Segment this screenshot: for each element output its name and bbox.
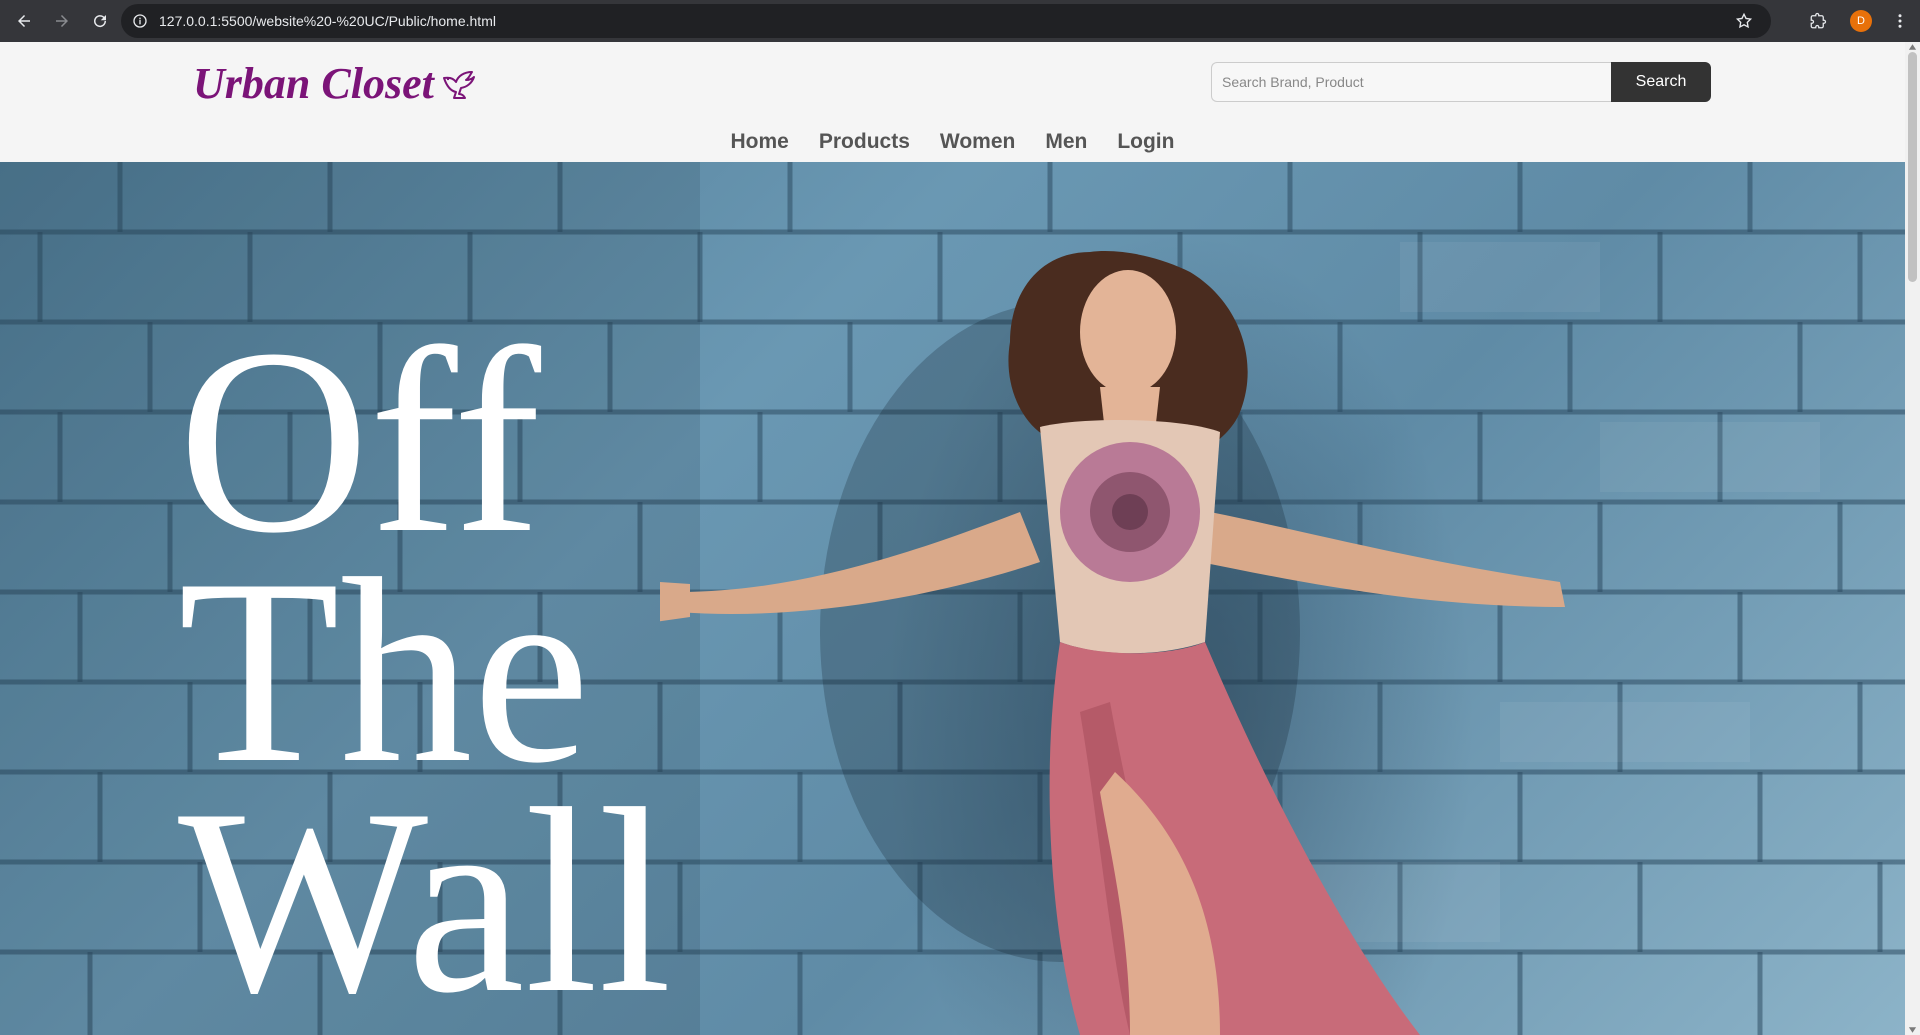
- hero-line-3: Wall: [178, 755, 672, 1035]
- extensions-button[interactable]: [1800, 3, 1836, 39]
- search-button[interactable]: Search: [1611, 62, 1711, 102]
- site-logo[interactable]: Urban Closet: [193, 58, 478, 109]
- star-icon[interactable]: [1735, 12, 1753, 30]
- kebab-menu-button[interactable]: [1886, 3, 1914, 39]
- scroll-thumb[interactable]: [1908, 52, 1917, 282]
- nav-home[interactable]: Home: [731, 130, 789, 154]
- hero-headline: Off The Wall: [178, 295, 672, 1035]
- scroll-up-arrow-icon[interactable]: [1908, 43, 1917, 51]
- search-input[interactable]: [1211, 62, 1611, 102]
- nav-products[interactable]: Products: [819, 130, 910, 154]
- toolbar-right: D: [1800, 0, 1920, 42]
- forward-button[interactable]: [44, 3, 80, 39]
- url-text[interactable]: 127.0.0.1:5500/website%20-%20UC/Public/h…: [159, 13, 496, 29]
- page-scrollbar[interactable]: [1905, 42, 1920, 1035]
- reload-button[interactable]: [82, 3, 118, 39]
- address-bar[interactable]: 127.0.0.1:5500/website%20-%20UC/Public/h…: [121, 4, 1771, 38]
- model-photo: [660, 251, 1565, 1035]
- nav-login[interactable]: Login: [1117, 130, 1174, 154]
- site-header: Urban Closet Search Home Products Women …: [0, 42, 1905, 162]
- back-button[interactable]: [6, 3, 42, 39]
- logo-text: Urban Closet: [193, 59, 434, 108]
- info-icon[interactable]: [131, 12, 149, 30]
- dove-icon: [442, 70, 475, 99]
- browser-toolbar: 127.0.0.1:5500/website%20-%20UC/Public/h…: [0, 0, 1920, 42]
- forward-arrow-icon: [56, 15, 68, 27]
- extensions-icon: [1810, 12, 1827, 29]
- hero-line-1: Off: [178, 295, 542, 588]
- search-form: Search: [1211, 62, 1711, 102]
- back-arrow-icon: [18, 15, 30, 27]
- reload-icon: [94, 15, 107, 28]
- nav-women[interactable]: Women: [940, 130, 1015, 154]
- kebab-menu-icon: [1898, 14, 1902, 28]
- hero-banner: Off The Wall: [0, 162, 1905, 1035]
- hero-line-2: The: [178, 525, 590, 818]
- main-nav: Home Products Women Men Login: [0, 130, 1905, 154]
- page-viewport: Urban Closet Search Home Products Women …: [0, 42, 1905, 1035]
- nav-men[interactable]: Men: [1045, 130, 1087, 154]
- scroll-down-arrow-icon[interactable]: [1908, 1026, 1917, 1034]
- profile-avatar[interactable]: D: [1850, 10, 1872, 32]
